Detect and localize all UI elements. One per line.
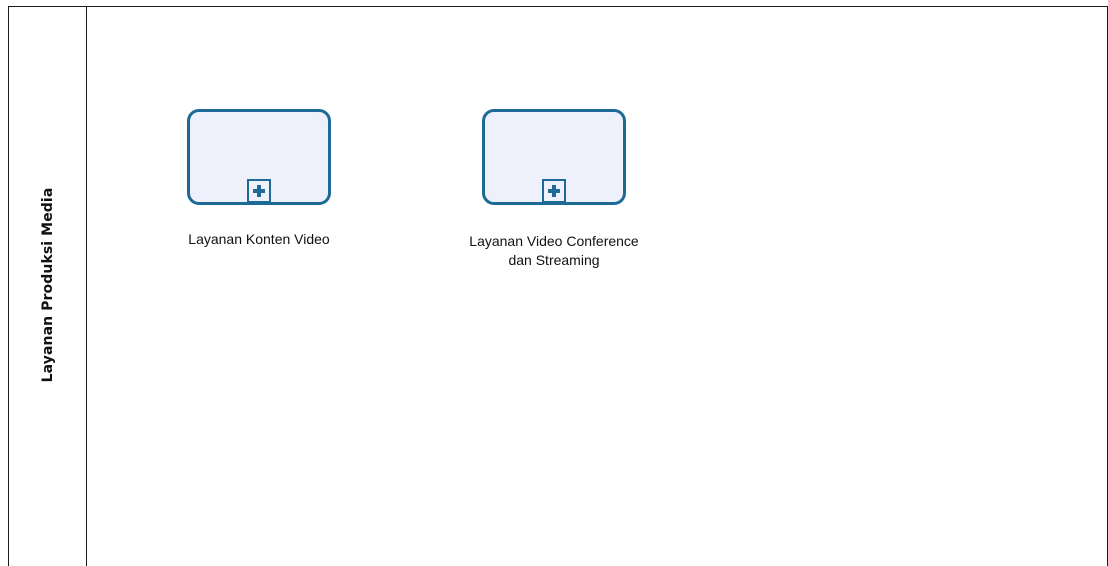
task-label: Layanan Konten Video bbox=[188, 231, 330, 247]
task-label-line: Layanan Video Conference bbox=[469, 233, 639, 249]
lane-header[interactable]: Layanan Produksi Media bbox=[9, 7, 87, 566]
task-label-line: dan Streaming bbox=[508, 252, 600, 268]
subprocess-task-konten-video[interactable] bbox=[187, 109, 331, 205]
task-label: Layanan Video Conference dan Streaming bbox=[444, 232, 664, 270]
subprocess-task-video-conference[interactable] bbox=[482, 109, 626, 205]
expand-subprocess-button[interactable] bbox=[542, 179, 566, 203]
expand-subprocess-button[interactable] bbox=[247, 179, 271, 203]
lane-label: Layanan Produksi Media bbox=[40, 187, 56, 383]
pool: Layanan Produksi Media bbox=[8, 6, 1108, 566]
